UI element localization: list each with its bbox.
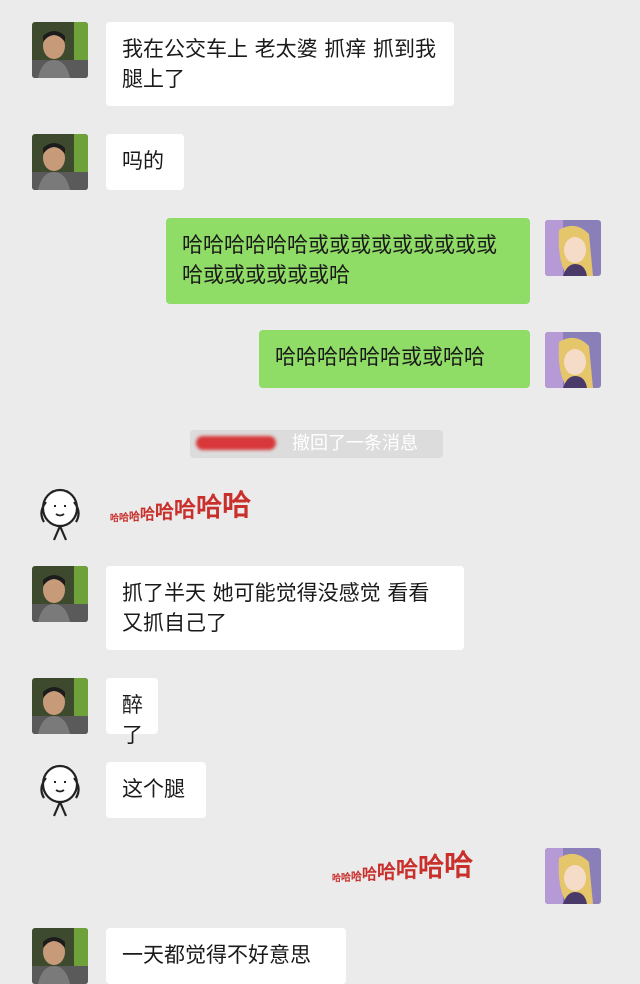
laugh-char: 哈 xyxy=(418,853,445,883)
stick-figure-icon xyxy=(32,486,88,542)
man-portrait-icon xyxy=(32,134,88,190)
laugh-char: 哈 xyxy=(396,858,419,883)
message-text: 哈哈哈哈哈哈或或哈哈 xyxy=(275,345,485,369)
avatar-self[interactable] xyxy=(545,332,601,388)
anime-girl-avatar-icon xyxy=(545,848,601,904)
avatar-man[interactable] xyxy=(32,22,88,78)
message-bubble-sent[interactable]: 哈哈哈哈哈哈或或哈哈 xyxy=(259,330,530,388)
message-bubble[interactable]: 我在公交车上 老太婆 抓痒 抓到我腿上了 xyxy=(106,22,454,106)
message-text: 这个腿 xyxy=(122,777,185,801)
laugh-char: 哈 xyxy=(222,488,252,522)
system-notice: 撤回了一条消息 xyxy=(190,430,443,458)
anime-girl-avatar-icon xyxy=(545,332,601,388)
laugh-char: 哈 xyxy=(110,514,120,524)
avatar-man[interactable] xyxy=(32,134,88,190)
avatar-self[interactable] xyxy=(545,848,601,904)
laugh-char: 哈 xyxy=(377,861,397,883)
man-portrait-icon xyxy=(32,678,88,734)
message-bubble[interactable]: 这个腿 xyxy=(106,762,206,818)
avatar-stick-figure[interactable] xyxy=(32,762,88,818)
laugh-sticker[interactable]: 哈 哈 哈 哈 哈 哈 哈 哈 xyxy=(332,848,473,884)
avatar-man[interactable] xyxy=(32,928,88,984)
message-bubble-sent[interactable]: 哈哈哈哈哈哈或或或或或或或或或哈或或或或或或哈 xyxy=(166,218,530,304)
avatar-man[interactable] xyxy=(32,566,88,622)
laugh-sticker[interactable]: 哈 哈 哈 哈 哈 哈 哈 哈 xyxy=(110,488,251,524)
notice-text: 撤回了一条消息 xyxy=(292,433,418,454)
stick-figure-icon xyxy=(32,762,88,818)
laugh-char: 哈 xyxy=(362,865,378,883)
message-bubble[interactable]: 醉了 xyxy=(106,678,158,747)
laugh-char: 哈 xyxy=(196,493,223,523)
message-text: 一天都觉得不好意思 xyxy=(122,943,311,967)
avatar-self[interactable] xyxy=(545,220,601,276)
man-portrait-icon xyxy=(32,22,88,78)
laugh-char: 哈 xyxy=(351,870,363,883)
laugh-char: 哈 xyxy=(174,498,197,523)
message-bubble[interactable]: 一天都觉得不好意思 xyxy=(106,928,346,984)
laugh-char: 哈 xyxy=(119,513,130,524)
laugh-char: 哈 xyxy=(444,848,474,882)
message-text: 醉了 xyxy=(122,693,143,747)
laugh-char: 哈 xyxy=(332,874,342,884)
message-bubble[interactable]: 抓了半天 她可能觉得没感觉 看看 又抓自己了 xyxy=(106,566,464,650)
anime-girl-avatar-icon xyxy=(545,220,601,276)
message-text: 吗的 xyxy=(122,149,164,173)
avatar-stick-figure[interactable] xyxy=(32,486,88,542)
message-text: 我在公交车上 老太婆 抓痒 抓到我腿上了 xyxy=(122,37,437,91)
redacted-name-scribble xyxy=(196,436,276,450)
laugh-char: 哈 xyxy=(129,510,141,523)
avatar-man[interactable] xyxy=(32,678,88,734)
laugh-char: 哈 xyxy=(341,873,352,884)
laugh-char: 哈 xyxy=(155,501,175,523)
message-text: 抓了半天 她可能觉得没感觉 看看 又抓自己了 xyxy=(122,581,430,635)
man-portrait-icon xyxy=(32,928,88,984)
message-bubble[interactable]: 吗的 xyxy=(106,134,184,190)
man-portrait-icon xyxy=(32,566,88,622)
laugh-char: 哈 xyxy=(140,505,156,523)
message-text: 哈哈哈哈哈哈或或或或或或或或或哈或或或或或或哈 xyxy=(182,233,497,287)
